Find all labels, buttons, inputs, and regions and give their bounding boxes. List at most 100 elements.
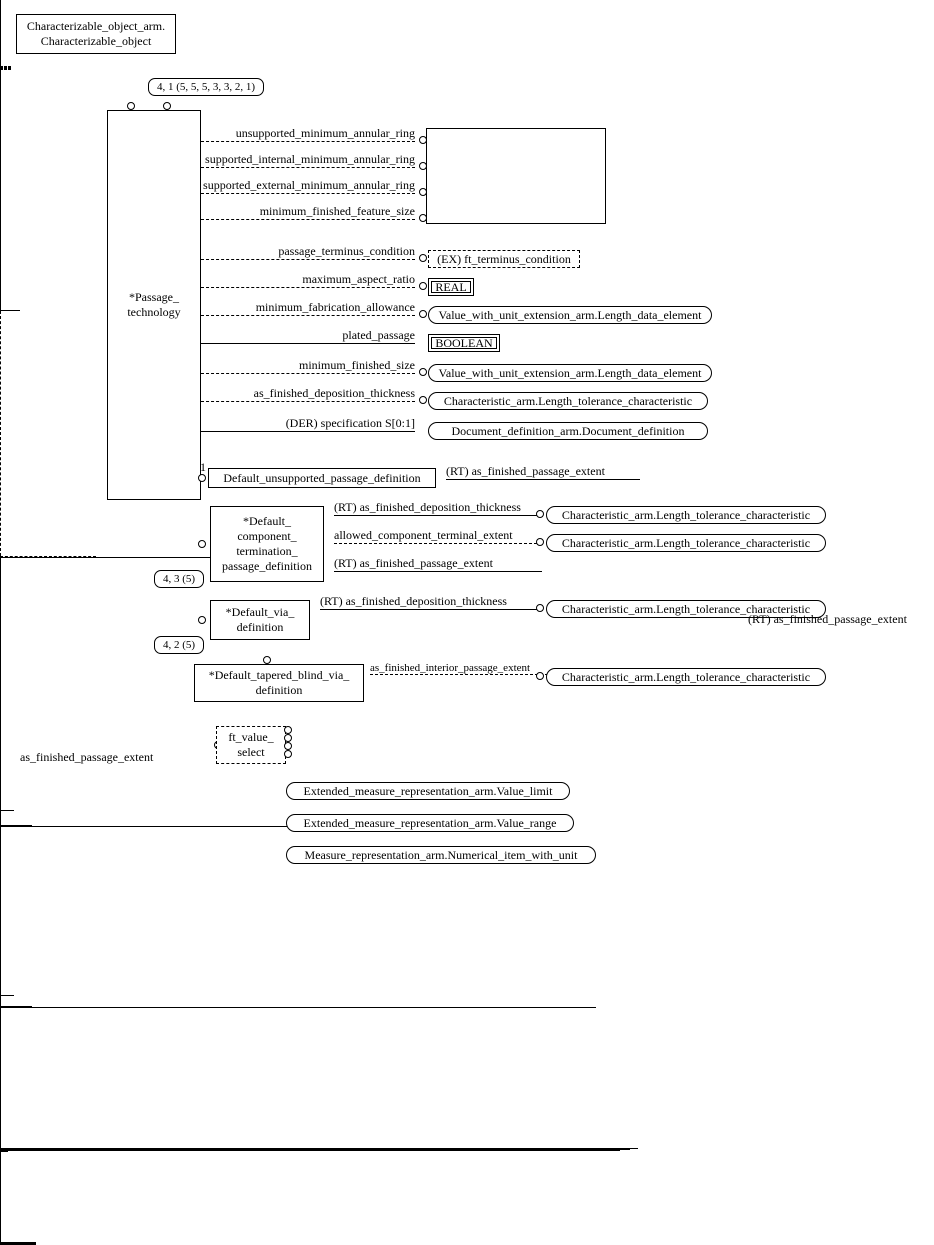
rel-as-finished-passage-extent-bottom: as_finished_passage_extent [20,750,200,765]
optional-marker [419,136,427,144]
type-length-tolerance-2-label: Characteristic_arm.Length_tolerance_char… [562,508,810,523]
type-length-data-element-2: Value_with_unit_extension_arm.Length_dat… [428,364,712,382]
connector [0,1007,596,1008]
connector [0,995,14,996]
optional-marker [536,604,544,612]
entity-default-comp-term-passage-label: *Default_ component_ termination_ passag… [222,514,312,574]
select-marker [284,742,292,750]
entity-default-tapered-blind-via: *Default_tapered_blind_via_ definition [194,664,364,702]
type-real-label: REAL [435,280,466,295]
type-length-tolerance-3-label: Characteristic_arm.Length_tolerance_char… [562,536,810,551]
entity-default-comp-term-passage: *Default_ component_ termination_ passag… [210,506,324,582]
optional-marker [419,254,427,262]
type-numerical-item-with-unit-label: Measure_representation_arm.Numerical_ite… [305,848,578,863]
type-ft-terminus-condition-label: (EX) ft_terminus_condition [437,252,571,267]
type-length-tolerance-5: Characteristic_arm.Length_tolerance_char… [546,668,826,686]
entity-characterizable-object-label: Characterizable_object_arm.Characterizab… [27,19,165,49]
type-value-limit: Extended_measure_representation_arm.Valu… [286,782,570,800]
connector [0,52,1,66]
type-length-data-element-2-label: Value_with_unit_extension_arm.Length_dat… [439,366,702,381]
connector [0,1128,1,1148]
entity-default-via-definition-label: *Default_via_ definition [226,605,295,635]
length-element-outer [426,128,606,224]
entity-characterizable-object: Characterizable_object_arm.Characterizab… [16,14,176,54]
type-boolean: BOOLEAN [428,334,500,352]
connector [0,1152,1,1242]
type-length-tolerance-1-label: Characteristic_arm.Length_tolerance_char… [444,394,692,409]
rel-rt-fin-ext-1: (RT) as_finished_passage_extent [446,464,640,479]
entity-default-unsupported-passage: Default_unsupported_passage_definition [208,468,436,488]
type-length-tolerance-1: Characteristic_arm.Length_tolerance_char… [428,392,708,410]
rel-min-fin-size: minimum_finished_size [201,358,419,373]
page-ref-top: 4, 1 (5, 5, 5, 3, 3, 2, 1) [148,78,264,96]
type-real: REAL [428,278,474,296]
rel-rt-fin-ext-3: (RT) as_finished_passage_extent [748,612,907,627]
rel-as-fin-dep-thick: as_finished_deposition_thickness [201,386,419,401]
entity-default-via-definition: *Default_via_ definition [210,600,310,640]
diagram-canvas: Characterizable_object_arm.Characterizab… [0,0,934,877]
entity-passage-technology-label: *Passage_ technology [127,290,180,320]
type-length-tolerance-2: Characteristic_arm.Length_tolerance_char… [546,506,826,524]
connector [0,69,11,70]
inheritance-marker [198,540,206,548]
type-document-definition: Document_definition_arm.Document_definit… [428,422,708,440]
select-marker [284,750,292,758]
connector [0,1150,620,1151]
connector [0,311,1,556]
inheritance-marker [263,656,271,664]
connector [0,0,1,52]
connector [0,1008,1,1128]
type-boolean-label: BOOLEAN [435,336,492,351]
rel-rt-fin-ext-2: (RT) as_finished_passage_extent [334,556,542,571]
type-value-range: Extended_measure_representation_arm.Valu… [286,814,574,832]
rel-max-aspect: maximum_aspect_ratio [201,272,419,287]
type-length-tolerance-5-label: Characteristic_arm.Length_tolerance_char… [562,670,810,685]
rel-min-fab-allow: minimum_fabrication_allowance [201,300,419,315]
rel-unsupported-min-annular: unsupported_minimum_annular_ring [201,126,419,141]
select-ft-value-select-label: ft_value_ select [228,730,273,760]
type-document-definition-label: Document_definition_arm.Document_definit… [452,424,685,439]
type-numerical-item-with-unit: Measure_representation_arm.Numerical_ite… [286,846,596,864]
select-marker [284,734,292,742]
optional-marker [419,162,427,170]
optional-marker [536,538,544,546]
connector [0,810,14,811]
optional-marker [419,282,427,290]
optional-marker [419,310,427,318]
optional-marker [419,214,427,222]
type-length-data-element-1-label: Value_with_unit_extension_arm.Length_dat… [439,308,702,323]
rel-rt-fin-dep-th-1: (RT) as_finished_deposition_thickness [334,500,542,515]
type-length-tolerance-3: Characteristic_arm.Length_tolerance_char… [546,534,826,552]
connector [0,558,1,810]
inheritance-marker [198,474,206,482]
optional-marker [419,188,427,196]
optional-marker [536,510,544,518]
inheritance-marker [127,102,135,110]
rel-plated-passage: plated_passage [201,328,419,343]
rel-int-passage-extent: as_finished_interior_passage_extent [370,662,548,674]
rel-supp-ext-min-annular: supported_external_minimum_annular_ring [201,178,419,193]
page-ref-435: 4, 3 (5) [154,570,204,588]
rel-min-fin-feat: minimum_finished_feature_size [201,204,419,219]
entity-default-unsupported-passage-label: Default_unsupported_passage_definition [223,471,420,486]
connector [0,310,20,311]
page-ref-425: 4, 2 (5) [154,636,204,654]
optional-marker [419,396,427,404]
connector [0,70,1,310]
type-value-limit-label: Extended_measure_representation_arm.Valu… [304,784,553,799]
type-value-range-label: Extended_measure_representation_arm.Valu… [304,816,557,831]
optional-marker [536,672,544,680]
optional-marker [419,368,427,376]
connector [0,811,1,825]
type-length-data-element-1: Value_with_unit_extension_arm.Length_dat… [428,306,712,324]
rel-allowed-term-extent: allowed_component_terminal_extent [334,528,542,543]
rel-passage-terminus: passage_terminus_condition [201,244,419,259]
rel-rt-fin-dep-th-2: (RT) as_finished_deposition_thickness [320,594,538,609]
select-marker [284,726,292,734]
inheritance-marker [198,616,206,624]
entity-passage-technology: *Passage_ technology [107,110,201,500]
inheritance-marker [163,102,171,110]
entity-default-tapered-blind-via-label: *Default_tapered_blind_via_ definition [209,668,350,698]
rel-specification: (DER) specification S[0:1] [201,416,419,431]
connector [0,996,1,1006]
